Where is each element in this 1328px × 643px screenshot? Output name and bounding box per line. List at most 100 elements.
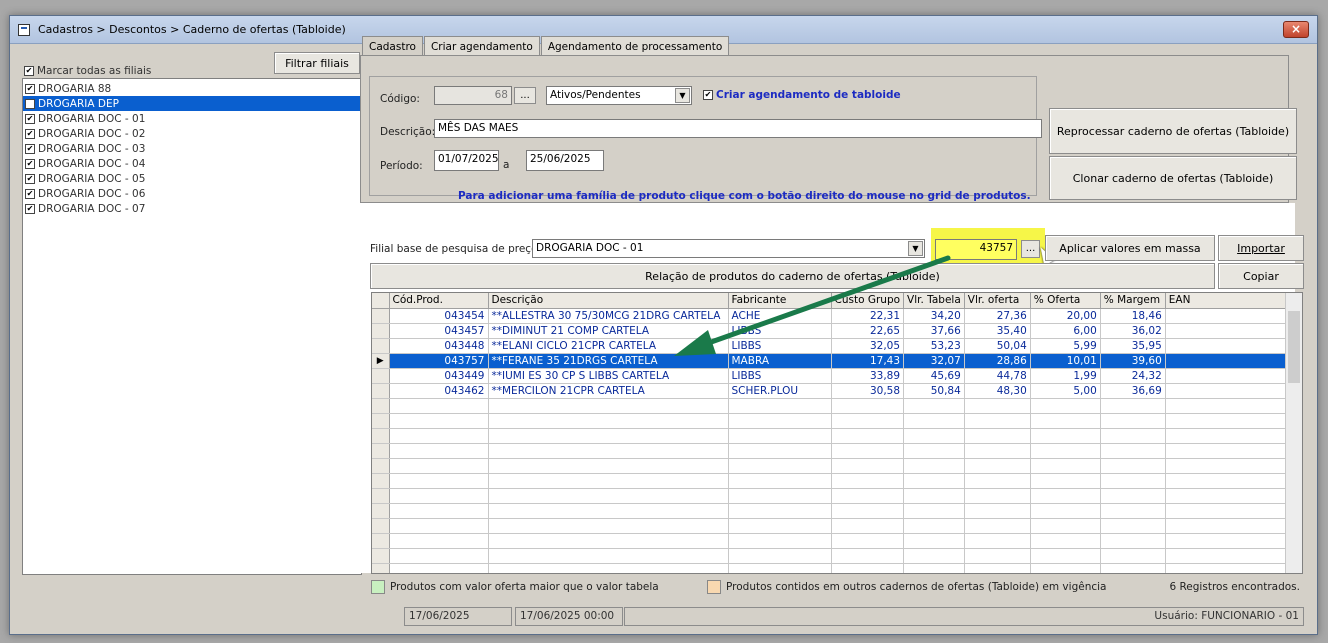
checkbox-icon[interactable]: ✔ [25, 128, 35, 139]
cell-fab[interactable] [728, 518, 832, 534]
cell-oferta[interactable] [964, 473, 1031, 489]
cell-ean[interactable] [1165, 353, 1292, 369]
cell-desc[interactable] [488, 518, 729, 534]
cell-fab[interactable] [728, 488, 832, 504]
cell-desc[interactable] [488, 503, 729, 519]
scrollbar-thumb[interactable] [1288, 311, 1300, 383]
clonar-button[interactable]: Clonar caderno de ofertas (Tabloide) [1049, 156, 1297, 200]
checkbox-icon[interactable]: ✔ [25, 158, 35, 169]
branch-item[interactable]: ✔ DROGARIA DOC - 06 [23, 186, 361, 201]
row-indicator[interactable] [372, 338, 390, 354]
cell-custo[interactable]: 30,58 [831, 383, 905, 399]
descricao-field[interactable]: MÊS DAS MAES [434, 119, 1042, 138]
cell-tabela[interactable] [903, 503, 965, 519]
cell-ean[interactable] [1165, 338, 1292, 354]
row-indicator[interactable] [372, 413, 390, 429]
cell-desc[interactable] [488, 398, 729, 414]
cell-ean[interactable] [1165, 473, 1292, 489]
table-row[interactable]: 043462 **MERCILON 21CPR CARTELA SCHER.PLOU… [372, 383, 1292, 399]
cell-ean[interactable] [1165, 413, 1292, 429]
cell-desc[interactable] [488, 458, 729, 474]
checkbox-icon[interactable]: ✔ [25, 83, 35, 94]
row-indicator[interactable] [372, 368, 390, 384]
table-row[interactable] [372, 428, 1292, 444]
cell-fab[interactable]: SCHER.PLOU [728, 383, 832, 399]
cell-cod[interactable] [389, 503, 489, 519]
checkbox-icon[interactable]: ✔ [25, 173, 35, 184]
cell-cod[interactable] [389, 398, 489, 414]
cell-fab[interactable] [728, 533, 832, 549]
cell-fab[interactable] [728, 398, 832, 414]
cell-fab[interactable] [728, 473, 832, 489]
tab-1[interactable]: Criar agendamento [423, 36, 540, 56]
cell-cod[interactable] [389, 413, 489, 429]
cell-pct-oferta[interactable] [1030, 548, 1101, 564]
cell-oferta[interactable] [964, 443, 1031, 459]
table-row[interactable] [372, 548, 1292, 564]
cell-fab[interactable] [728, 443, 832, 459]
cell-margem[interactable] [1100, 488, 1166, 504]
cell-ean[interactable] [1165, 443, 1292, 459]
cell-ean[interactable] [1165, 488, 1292, 504]
cell-oferta[interactable] [964, 488, 1031, 504]
cell-margem[interactable]: 18,46 [1100, 308, 1166, 324]
cell-margem[interactable]: 36,69 [1100, 383, 1166, 399]
cell-cod[interactable]: 043757 [389, 353, 489, 369]
cell-pct-oferta[interactable]: 10,01 [1030, 353, 1101, 369]
cell-oferta[interactable] [964, 458, 1031, 474]
cell-pct-oferta[interactable] [1030, 443, 1101, 459]
cell-tabela[interactable] [903, 473, 965, 489]
cell-fab[interactable] [728, 428, 832, 444]
row-indicator[interactable] [372, 533, 390, 549]
cell-ean[interactable] [1165, 368, 1292, 384]
cell-cod[interactable]: 043462 [389, 383, 489, 399]
cell-desc[interactable]: **MERCILON 21CPR CARTELA [488, 383, 729, 399]
cell-custo[interactable] [831, 563, 905, 573]
column-header[interactable]: Vlr. oferta [964, 293, 1031, 309]
cell-oferta[interactable]: 50,04 [964, 338, 1031, 354]
cell-fab[interactable] [728, 548, 832, 564]
cell-pct-oferta[interactable]: 20,00 [1030, 308, 1101, 324]
cell-oferta[interactable] [964, 398, 1031, 414]
row-indicator[interactable]: ▶ [372, 353, 390, 369]
cell-pct-oferta[interactable]: 5,99 [1030, 338, 1101, 354]
row-indicator[interactable] [372, 473, 390, 489]
cell-oferta[interactable]: 44,78 [964, 368, 1031, 384]
cell-ean[interactable] [1165, 518, 1292, 534]
table-row[interactable] [372, 533, 1292, 549]
cell-desc[interactable]: **IUMI ES 30 CP S LIBBS CARTELA [488, 368, 729, 384]
cell-cod[interactable] [389, 428, 489, 444]
cell-custo[interactable] [831, 443, 905, 459]
cell-margem[interactable] [1100, 548, 1166, 564]
cell-cod[interactable] [389, 458, 489, 474]
row-indicator[interactable] [372, 563, 390, 573]
cell-ean[interactable] [1165, 458, 1292, 474]
cell-custo[interactable]: 33,89 [831, 368, 905, 384]
cell-oferta[interactable] [964, 518, 1031, 534]
filter-branches-button[interactable]: Filtrar filiais [274, 52, 360, 74]
cell-desc[interactable] [488, 548, 729, 564]
cell-oferta[interactable] [964, 413, 1031, 429]
table-row[interactable] [372, 413, 1292, 429]
status-select[interactable]: Ativos/Pendentes ▼ [546, 86, 692, 105]
cell-fab[interactable]: LIBBS [728, 368, 832, 384]
table-row[interactable] [372, 488, 1292, 504]
cell-pct-oferta[interactable]: 1,99 [1030, 368, 1101, 384]
cell-cod[interactable]: 043448 [389, 338, 489, 354]
cell-oferta[interactable] [964, 503, 1031, 519]
cell-fab[interactable] [728, 503, 832, 519]
cell-cod[interactable] [389, 518, 489, 534]
cell-tabela[interactable] [903, 533, 965, 549]
cell-custo[interactable] [831, 398, 905, 414]
cell-fab[interactable] [728, 413, 832, 429]
cell-desc[interactable] [488, 428, 729, 444]
row-indicator[interactable] [372, 458, 390, 474]
tab-0[interactable]: Cadastro [362, 36, 423, 56]
cell-desc[interactable] [488, 488, 729, 504]
cell-custo[interactable] [831, 533, 905, 549]
cell-custo[interactable] [831, 548, 905, 564]
cell-margem[interactable]: 24,32 [1100, 368, 1166, 384]
cell-custo[interactable] [831, 473, 905, 489]
column-header[interactable]: % Oferta [1030, 293, 1101, 309]
cell-custo[interactable] [831, 413, 905, 429]
